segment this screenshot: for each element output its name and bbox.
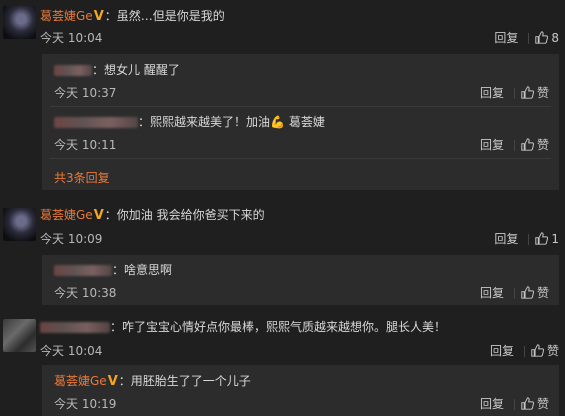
reply-actions: 回复 赞 [466, 84, 549, 101]
timestamp: 今天 10:04 [40, 344, 103, 358]
reply-line: ：啥意思啊 [54, 262, 172, 278]
username[interactable]: 葛荟婕Ge [54, 374, 107, 388]
like-label: 赞 [546, 344, 559, 358]
thumb-up-icon [535, 232, 549, 245]
timestamp: 今天 10:09 [40, 232, 103, 246]
reply-button[interactable]: 回复 [490, 342, 514, 359]
username[interactable]: 葛荟婕Ge [40, 9, 93, 23]
avatar[interactable] [3, 319, 36, 352]
reply-timestamp: 今天 10:19 [54, 397, 117, 411]
divider [513, 88, 515, 99]
reply-text: 想女儿 醒醒了 [104, 63, 180, 77]
divider [513, 288, 515, 299]
like-button[interactable]: 赞 [521, 84, 549, 101]
thumb-up-icon [521, 138, 534, 151]
blurred-username [40, 322, 110, 333]
avatar[interactable] [3, 208, 36, 241]
reply-button[interactable]: 回复 [480, 284, 504, 301]
reply-divider [50, 158, 551, 159]
like-button[interactable]: 8 [535, 31, 559, 45]
reply-divider [50, 106, 551, 107]
divider [513, 140, 515, 151]
reply-text: 熙熙越来越美了！加油 [150, 115, 271, 129]
reply-button[interactable]: 回复 [480, 395, 504, 412]
reply-thread: ：啥意思啊 今天 10:38 回复 赞 [42, 255, 559, 305]
reply-timestamp: 今天 10:38 [54, 286, 117, 300]
like-button[interactable]: 赞 [521, 395, 549, 412]
reply-button[interactable]: 回复 [480, 84, 504, 101]
flexed-arm-emoji: 💪 [270, 115, 285, 129]
verified-v-icon: V [107, 374, 118, 389]
verified-v-icon: V [93, 9, 104, 24]
reply-button[interactable]: 回复 [494, 230, 518, 247]
divider [523, 346, 525, 357]
thumb-up-icon [521, 86, 534, 99]
reply-text: 啥意思啊 [124, 263, 173, 277]
reply-actions: 回复 赞 [466, 136, 549, 153]
comment-actions: 回复 赞 [476, 342, 559, 359]
blurred-username [54, 265, 112, 276]
verified-v-icon: V [93, 208, 104, 223]
comment-3-line: ：咋了宝宝心情好点你最棒，熙熙气质越来越想你。腿长人美！ [40, 319, 446, 335]
like-label: 赞 [536, 397, 549, 411]
like-count: 1 [551, 232, 559, 246]
like-button[interactable]: 赞 [521, 136, 549, 153]
mention[interactable]: 葛荟婕 [289, 115, 325, 129]
thumb-up-icon [521, 397, 534, 410]
like-button[interactable]: 赞 [521, 284, 549, 301]
timestamp: 今天 10:04 [40, 31, 103, 45]
like-label: 赞 [536, 138, 549, 152]
thumb-up-icon [521, 286, 534, 299]
reply-line: ：想女儿 醒醒了 [54, 62, 180, 78]
reply-line: ：熙熙越来越美了！加油💪 葛荟婕 [54, 114, 325, 130]
comment-text: 咋了宝宝心情好点你最棒，熙熙气质越来越想你。腿长人美！ [122, 320, 447, 334]
reply-timestamp: 今天 10:11 [54, 138, 117, 152]
reply-button[interactable]: 回复 [494, 29, 518, 46]
like-label: 赞 [536, 286, 549, 300]
reply-thread: ：想女儿 醒醒了 今天 10:37 回复赞 ：熙熙越来越美了！加油💪 葛荟婕 今… [42, 54, 559, 190]
thumb-up-icon [531, 344, 544, 357]
blurred-username [54, 117, 138, 128]
thumb-up-icon [535, 31, 549, 44]
username[interactable]: 葛荟婕Ge [40, 208, 93, 222]
comment-2-line: 葛荟婕GeV：你加油 我会给你爸买下来的 [40, 208, 265, 223]
like-button[interactable]: 赞 [531, 342, 559, 359]
reply-button[interactable]: 回复 [480, 136, 504, 153]
comment-text: 你加油 我会给你爸买下来的 [116, 208, 265, 222]
comment-actions: 回复 8 [480, 29, 559, 46]
avatar[interactable] [3, 6, 36, 39]
reply-timestamp: 今天 10:37 [54, 86, 117, 100]
reply-line: 葛荟婕GeV：用胚胎生了了一个儿子 [54, 374, 251, 389]
blurred-username [54, 65, 92, 76]
reply-text: 用胚胎生了了一个儿子 [130, 374, 251, 388]
more-replies-link[interactable]: 共3条回复 [54, 169, 110, 186]
divider [528, 33, 530, 44]
comment-actions: 回复 1 [480, 230, 559, 247]
divider [528, 234, 530, 245]
comment-1-line: 葛荟婕GeV：虽然…但是你是我的 [40, 9, 225, 24]
reply-actions: 回复 赞 [466, 395, 549, 412]
reply-thread: 葛荟婕GeV：用胚胎生了了一个儿子 今天 10:19 回复 赞 [42, 365, 559, 416]
divider [513, 399, 515, 410]
comment-text: 虽然…但是你是我的 [116, 9, 225, 23]
like-count: 8 [551, 31, 559, 45]
reply-actions: 回复 赞 [466, 284, 549, 301]
like-label: 赞 [536, 86, 549, 100]
like-button[interactable]: 1 [535, 232, 559, 246]
